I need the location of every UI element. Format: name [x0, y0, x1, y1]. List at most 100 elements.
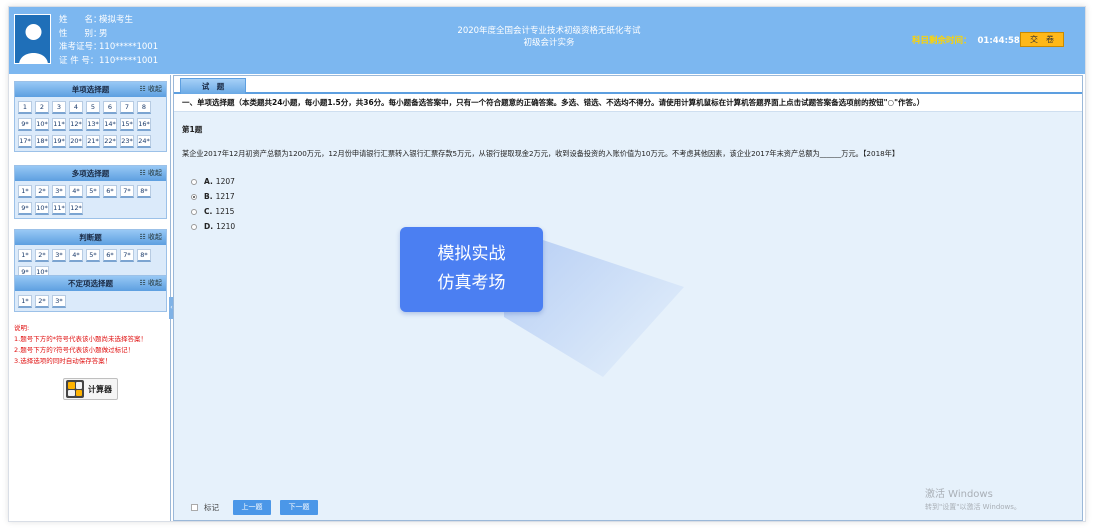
question-button[interactable]: 7*	[120, 249, 134, 262]
option-letter: B.	[204, 192, 213, 201]
section-indefinite-choice: 不定项选择题 ☷ 收起 1* 2* 3*	[14, 275, 167, 312]
question-button[interactable]: 9*	[18, 118, 32, 131]
candidate-ticket-number: 110*****1001	[99, 42, 159, 52]
watermark-line-1: 激活 Windows	[925, 489, 993, 500]
radio-button[interactable]	[191, 208, 197, 215]
question-button[interactable]: 11*	[52, 202, 66, 215]
question-grid: 1 2 3 4 5 6 7 8 9* 10* 11* 12* 13* 14* 15* 16* 17* 18* 19*…	[15, 97, 166, 151]
label: 姓 名：	[59, 15, 102, 25]
question-button[interactable]: 3*	[52, 185, 66, 198]
radio-button[interactable]	[191, 193, 197, 200]
person-icon	[19, 24, 48, 63]
answer-options: A. 1207 B. 1217 C. 1215 D. 1210	[191, 174, 235, 234]
label: 性 别：	[59, 28, 102, 39]
question-button[interactable]: 12*	[69, 118, 83, 131]
calculator-label: 计算器	[88, 384, 112, 394]
question-button[interactable]: 1*	[18, 185, 32, 198]
question-grid: 1* 2* 3*	[15, 291, 166, 311]
question-button[interactable]: 22*	[103, 135, 117, 148]
collapse-button[interactable]: ☷ 收起	[139, 166, 162, 181]
question-button[interactable]: 4	[69, 101, 83, 114]
question-button[interactable]: 16*	[137, 118, 151, 131]
question-button[interactable]: 8*	[137, 185, 151, 198]
exam-window: 姓 名： 模拟考生 性 别：男 准考证号： 110*****1001 证 件 号： 1…	[8, 6, 1086, 522]
question-button[interactable]: 1*	[18, 295, 32, 308]
question-button[interactable]: 11*	[52, 118, 66, 131]
option-text: 1215	[215, 207, 235, 216]
question-button[interactable]: 5*	[86, 185, 100, 198]
question-button[interactable]: 23*	[120, 135, 134, 148]
candidate-id-number: 110*****1001	[99, 55, 159, 66]
question-button[interactable]: 17*	[18, 135, 32, 148]
header: 姓 名： 模拟考生 性 别：男 准考证号： 110*****1001 证 件 号： 1…	[9, 7, 1085, 74]
prev-question-button[interactable]: 上一题	[233, 500, 271, 515]
collapse-button[interactable]: ☷ 收起	[139, 82, 162, 97]
label: 准考证号：	[59, 42, 102, 52]
question-button[interactable]: 8*	[137, 249, 151, 262]
question-button[interactable]: 7*	[120, 185, 134, 198]
candidate-id-row: 证 件 号： 110*****1001	[59, 55, 158, 69]
question-button[interactable]: 2*	[35, 249, 49, 262]
question-button[interactable]: 15*	[120, 118, 134, 131]
question-grid: 1* 2* 3* 4* 5* 6* 7* 8* 9* 10* 11* 12*	[15, 181, 166, 218]
question-button[interactable]: 2	[35, 101, 49, 114]
question-button[interactable]: 2*	[35, 295, 49, 308]
option-b[interactable]: B. 1217	[191, 189, 235, 204]
submit-exam-button[interactable]: 交 卷	[1020, 32, 1064, 47]
question-button[interactable]: 19*	[52, 135, 66, 148]
question-button[interactable]: 6*	[103, 185, 117, 198]
question-button[interactable]: 14*	[103, 118, 117, 131]
section-title: 单项选择题	[71, 85, 110, 94]
question-button[interactable]: 5*	[86, 249, 100, 262]
watermark-line-2: 转到"设置"以激活 Windows。	[925, 503, 1021, 511]
mark-checkbox[interactable]	[191, 504, 198, 511]
question-button[interactable]: 12*	[69, 202, 83, 215]
question-button[interactable]: 20*	[69, 135, 83, 148]
option-text: 1217	[215, 192, 235, 201]
promo-line-2: 仿真考场	[437, 273, 506, 293]
question-button[interactable]: 6*	[103, 249, 117, 262]
question-button[interactable]: 9*	[18, 202, 32, 215]
promo-badge: 模拟实战 仿真考场	[400, 227, 543, 312]
question-button[interactable]: 4*	[69, 185, 83, 198]
question-button[interactable]: 10*	[35, 202, 49, 215]
question-button[interactable]: 18*	[35, 135, 49, 148]
exam-subject: 初级会计实务	[523, 38, 575, 48]
question-button[interactable]: 1	[18, 101, 32, 114]
question-button[interactable]: 10*	[35, 118, 49, 131]
section-header: 多项选择题 ☷ 收起	[15, 166, 166, 181]
question-button[interactable]: 2*	[35, 185, 49, 198]
option-letter: C.	[204, 207, 213, 216]
tab-questions[interactable]: 试 题	[180, 78, 246, 94]
remaining-time: 科目剩余时间： 01:44:58	[912, 34, 1020, 46]
question-button[interactable]: 7	[120, 101, 134, 114]
candidate-gender-row: 性 别：男	[59, 28, 158, 42]
question-button[interactable]: 3*	[52, 249, 66, 262]
question-button[interactable]: 1*	[18, 249, 32, 262]
question-button[interactable]: 6	[103, 101, 117, 114]
question-button[interactable]: 5	[86, 101, 100, 114]
collapse-button[interactable]: ☷ 收起	[139, 230, 162, 245]
calculator-icon	[66, 380, 84, 398]
question-button[interactable]: 24*	[137, 135, 151, 148]
option-c[interactable]: C. 1215	[191, 204, 235, 219]
section-header: 判断题 ☷ 收起	[15, 230, 166, 245]
option-d[interactable]: D. 1210	[191, 219, 235, 234]
question-button[interactable]: 3	[52, 101, 66, 114]
mark-label: 标记	[204, 503, 219, 512]
next-question-button[interactable]: 下一题	[280, 500, 318, 515]
section-instruction: 一、单项选择题（本类题共24小题，每小题1.5分，共36分。每小题备选答案中，只…	[174, 94, 1082, 112]
collapse-button[interactable]: ☷ 收起	[139, 276, 162, 291]
radio-button[interactable]	[191, 223, 197, 230]
option-a[interactable]: A. 1207	[191, 174, 235, 189]
question-navigator: 单项选择题 ☷ 收起 1 2 3 4 5 6 7 8 9* 10* 11* 12* 13* 14* 15* 16…	[9, 75, 174, 521]
question-button[interactable]: 4*	[69, 249, 83, 262]
calculator-button[interactable]: 计算器	[63, 378, 118, 400]
radio-button[interactable]	[191, 178, 197, 185]
legend-notes: 说明: 1.题号下方的*符号代表该小题尚未选择答案！ 2.题号下方的?符号代表该…	[14, 323, 147, 367]
question-button[interactable]: 13*	[86, 118, 100, 131]
candidate-info: 姓 名： 模拟考生 性 别：男 准考证号： 110*****1001 证 件 号： 1…	[59, 14, 158, 68]
question-button[interactable]: 3*	[52, 295, 66, 308]
question-button[interactable]: 8	[137, 101, 151, 114]
question-button[interactable]: 21*	[86, 135, 100, 148]
